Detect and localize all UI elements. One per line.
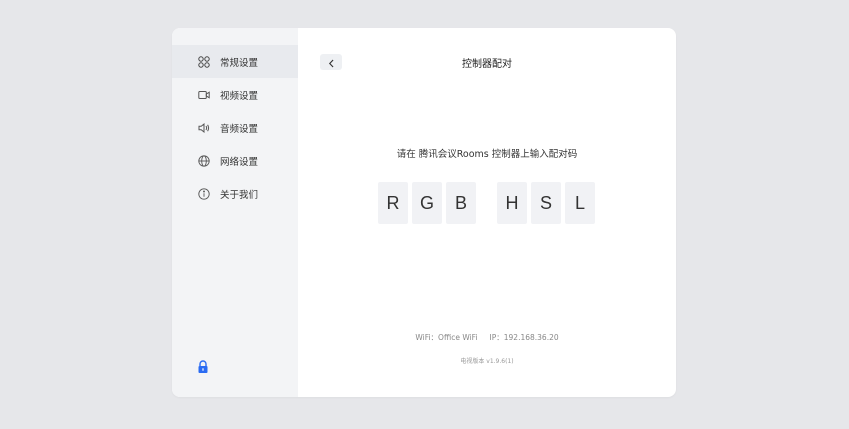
sidebar-item-video[interactable]: 视频设置 (172, 78, 298, 111)
sidebar-item-label: 常规设置 (220, 57, 259, 69)
code-char-4: H (497, 182, 527, 224)
code-char-6: L (565, 182, 595, 224)
general-settings-icon (197, 55, 211, 69)
lock-icon[interactable] (197, 359, 209, 373)
code-char-5: S (531, 182, 561, 224)
sidebar-nav: 常规设置 视频设置 音频设置 网络设置 关于我们 (172, 45, 298, 210)
sidebar-item-general[interactable]: 常规设置 (172, 45, 298, 78)
pairing-instruction: 请在 腾讯会议Rooms 控制器上输入配对码 (396, 149, 578, 160)
page-title: 控制器配对 (462, 59, 512, 70)
sidebar-item-label: 关于我们 (220, 189, 259, 201)
sidebar-item-audio[interactable]: 音频设置 (172, 111, 298, 144)
wifi-info: WiFi：Office WiFi (415, 333, 478, 342)
ip-address: IP：192.168.36.20 (489, 333, 559, 342)
video-icon (197, 88, 211, 102)
globe-icon (197, 154, 211, 168)
code-char-3: B (446, 182, 476, 224)
settings-window: 常规设置 视频设置 音频设置 网络设置 关于我们 控制器配对 请在 腾讯会议Ro… (172, 28, 676, 397)
code-char-1: R (378, 182, 408, 224)
code-char-2: G (412, 182, 442, 224)
sidebar: 常规设置 视频设置 音频设置 网络设置 关于我们 (172, 28, 298, 397)
info-icon (197, 187, 211, 201)
sidebar-item-about[interactable]: 关于我们 (172, 177, 298, 210)
audio-icon (197, 121, 211, 135)
version-text: 电视版本 v1.9.6(1) (460, 358, 514, 365)
sidebar-item-label: 网络设置 (220, 156, 259, 168)
sidebar-item-network[interactable]: 网络设置 (172, 144, 298, 177)
network-status: WiFi：Office WiFi IP：192.168.36.20 (298, 332, 676, 343)
main-panel: 控制器配对 请在 腾讯会议Rooms 控制器上输入配对码 R G B H S L… (298, 28, 676, 397)
sidebar-item-label: 音频设置 (220, 123, 259, 135)
sidebar-item-label: 视频设置 (220, 90, 259, 102)
